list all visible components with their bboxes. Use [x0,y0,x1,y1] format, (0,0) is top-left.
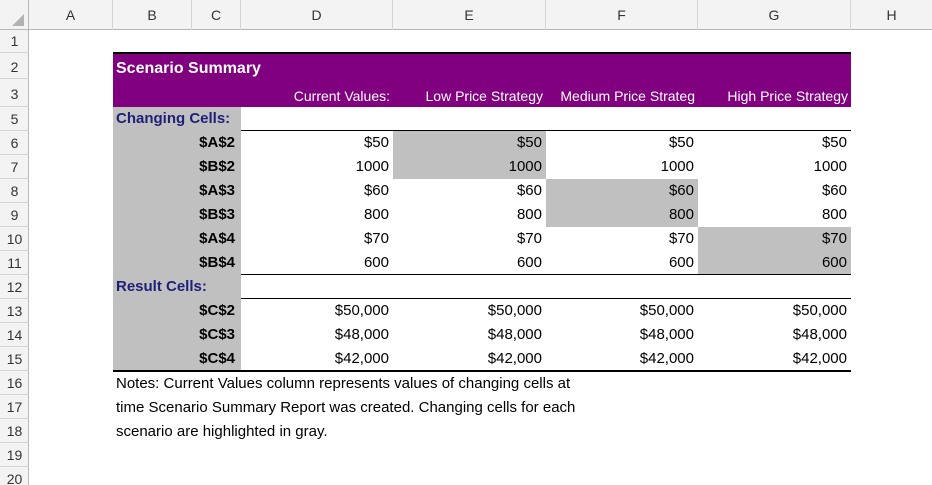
medium-value[interactable]: $48,000 [546,323,698,347]
low-value[interactable]: $42,000 [393,347,546,371]
low-value[interactable]: $70 [393,227,546,251]
row-header[interactable]: 18 [0,419,29,443]
column-header-d[interactable]: D [241,0,393,30]
row-header[interactable]: 5 [0,107,29,131]
row-header[interactable]: 17 [0,395,29,419]
column-title-low[interactable]: Low Price Strategy [393,84,546,108]
result-cell-ref[interactable]: $C$4 [113,347,241,371]
row-header[interactable]: 12 [0,275,29,299]
changing-cell-ref[interactable]: $A$2 [113,131,241,155]
row-header[interactable]: 14 [0,323,29,347]
current-value[interactable]: 800 [241,203,393,227]
high-value[interactable]: $50 [698,131,851,155]
current-value[interactable]: $50 [241,131,393,155]
current-value[interactable]: $60 [241,179,393,203]
medium-value[interactable]: $50,000 [546,299,698,323]
column-header-e[interactable]: E [393,0,546,30]
top-border-line [113,52,851,54]
changing-cell-ref[interactable]: $B$4 [113,251,241,275]
result-cell-ref[interactable]: $C$2 [113,299,241,323]
high-value[interactable]: 1000 [698,155,851,179]
high-value[interactable]: $50,000 [698,299,851,323]
column-title-medium[interactable]: Medium Price Strateg [546,84,698,108]
changing-cell-ref[interactable]: $A$3 [113,179,241,203]
row-header[interactable]: 11 [0,251,29,275]
select-all-triangle-icon [12,14,24,26]
row-header-bar: 1 2 3 5 6 7 8 9 10 11 12 13 14 15 16 17 … [0,30,29,485]
low-value[interactable]: $50,000 [393,299,546,323]
row-header[interactable]: 13 [0,299,29,323]
current-value[interactable]: 600 [241,251,393,275]
row-header[interactable]: 1 [0,30,29,53]
low-value[interactable]: $48,000 [393,323,546,347]
low-value[interactable]: 800 [393,203,546,227]
current-value[interactable]: $50,000 [241,299,393,323]
medium-value[interactable]: 600 [546,251,698,275]
notes-line[interactable]: time Scenario Summary Report was created… [113,396,673,420]
column-header-bar: A B C D E F G H [0,0,932,30]
high-value[interactable]: $60 [698,179,851,203]
high-value[interactable]: $48,000 [698,323,851,347]
notes-line[interactable]: Notes: Current Values column represents … [113,372,673,396]
medium-value[interactable]: $70 [546,227,698,251]
low-value[interactable]: 600 [393,251,546,275]
row-header[interactable]: 6 [0,131,29,155]
notes-line[interactable]: scenario are highlighted in gray. [113,420,673,444]
current-value[interactable]: $48,000 [241,323,393,347]
column-header-b[interactable]: B [113,0,192,30]
report-title[interactable]: Scenario Summary [113,56,413,82]
row-header[interactable]: 16 [0,371,29,395]
changing-cell-ref[interactable]: $B$3 [113,203,241,227]
row-header[interactable]: 10 [0,227,29,251]
current-value[interactable]: $70 [241,227,393,251]
column-title-current[interactable]: Current Values: [241,84,393,108]
result-cells-label[interactable]: Result Cells: [113,275,241,299]
low-value[interactable]: 1000 [393,155,546,179]
column-title-high[interactable]: High Price Strategy [698,84,851,108]
column-header-c[interactable]: C [192,0,241,30]
medium-value[interactable]: 1000 [546,155,698,179]
column-header-a[interactable]: A [29,0,113,30]
medium-value[interactable]: $50 [546,131,698,155]
medium-value[interactable]: $60 [546,179,698,203]
row-header[interactable]: 20 [0,467,29,485]
high-value[interactable]: 600 [698,251,851,275]
row-header[interactable]: 15 [0,347,29,371]
row-header[interactable]: 9 [0,203,29,227]
row-header[interactable]: 7 [0,155,29,179]
high-value[interactable]: 800 [698,203,851,227]
medium-value[interactable]: $42,000 [546,347,698,371]
column-header-g[interactable]: G [698,0,851,30]
low-value[interactable]: $50 [393,131,546,155]
row-header[interactable]: 8 [0,179,29,203]
high-value[interactable]: $42,000 [698,347,851,371]
changing-cell-ref[interactable]: $A$4 [113,227,241,251]
current-value[interactable]: 1000 [241,155,393,179]
low-value[interactable]: $60 [393,179,546,203]
row-header[interactable]: 2 [0,53,29,79]
high-value[interactable]: $70 [698,227,851,251]
column-header-f[interactable]: F [546,0,698,30]
row-header[interactable]: 19 [0,443,29,467]
select-all-button[interactable] [0,0,29,30]
current-value[interactable]: $42,000 [241,347,393,371]
column-header-h[interactable]: H [851,0,932,30]
row-header[interactable]: 3 [0,79,29,107]
changing-cell-ref[interactable]: $B$2 [113,155,241,179]
medium-value[interactable]: 800 [546,203,698,227]
result-cell-ref[interactable]: $C$3 [113,323,241,347]
changing-cells-label[interactable]: Changing Cells: [113,107,241,131]
